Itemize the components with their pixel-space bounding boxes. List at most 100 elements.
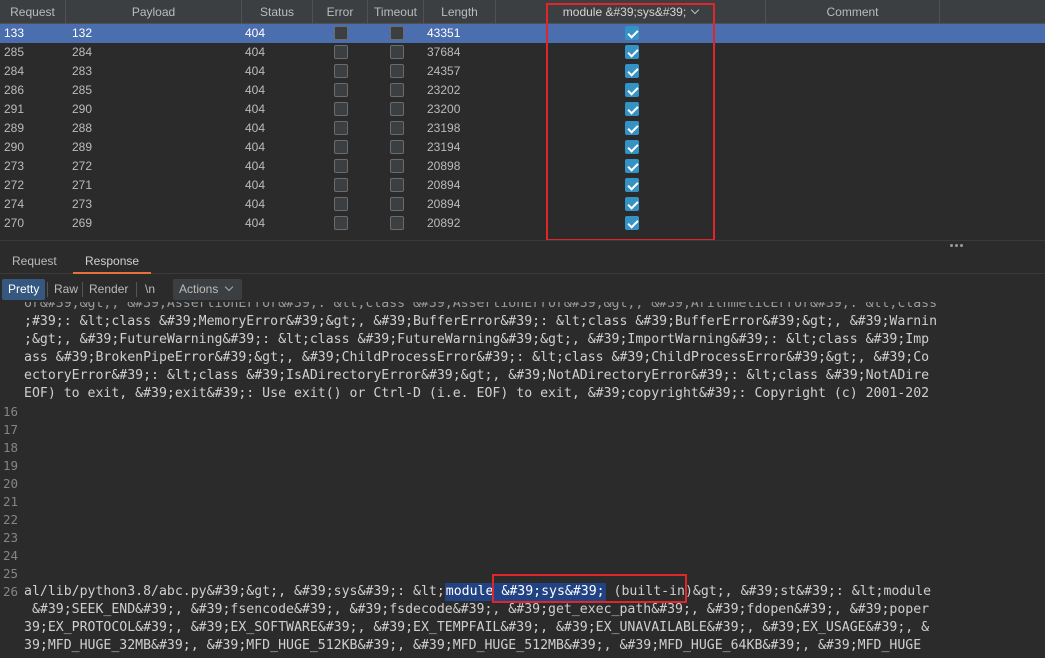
column-header-timeout[interactable]: Timeout xyxy=(368,0,424,24)
request-cell: 291 xyxy=(4,102,25,116)
code-line: ass &#39;BrokenPipeError&#39;&gt;, &#39;… xyxy=(24,350,930,365)
timeout-checkbox xyxy=(390,121,404,135)
payload-cell: 272 xyxy=(72,159,93,173)
status-cell: 404 xyxy=(245,45,266,59)
request-cell: 133 xyxy=(4,26,25,40)
code-line-clipped: or&#39;&gt;, &#39;AssertionError&#39;: &… xyxy=(24,302,938,311)
match-checkbox xyxy=(625,178,639,192)
match-checkbox xyxy=(625,83,639,97)
table-row[interactable]: 284 283 404 24357 xyxy=(0,62,1045,81)
status-cell: 404 xyxy=(245,216,266,230)
editor-toolbar: Pretty Raw Render \n Actions xyxy=(0,279,1045,301)
column-header-length[interactable]: Length xyxy=(424,0,496,24)
timeout-checkbox xyxy=(390,197,404,211)
match-checkbox xyxy=(625,140,639,154)
status-cell: 404 xyxy=(245,102,266,116)
newline-toggle-button[interactable]: \n xyxy=(139,279,161,300)
request-cell: 273 xyxy=(4,159,25,173)
timeout-checkbox xyxy=(390,26,404,40)
match-checkbox xyxy=(625,216,639,230)
table-row[interactable]: 286 285 404 23202 xyxy=(0,81,1045,100)
length-cell: 24357 xyxy=(427,64,461,78)
request-cell: 290 xyxy=(4,140,25,154)
column-header-comment[interactable]: Comment xyxy=(766,0,940,24)
column-header-match[interactable]: module &#39;sys&#39; xyxy=(496,0,766,24)
line-number: 16 xyxy=(2,404,18,419)
error-checkbox xyxy=(334,159,348,173)
length-cell: 43351 xyxy=(427,26,461,40)
message-tabs: Request Response xyxy=(0,248,1045,274)
line-number: 20 xyxy=(2,476,18,491)
request-cell: 284 xyxy=(4,64,25,78)
code-text: al/lib/python3.8/abc.py&#39;&gt;, &#39;s… xyxy=(24,584,445,599)
error-checkbox xyxy=(334,26,348,40)
length-cell: 20898 xyxy=(427,159,461,173)
code-line: &#39;SEEK_END&#39;, &#39;fsencode&#39;, … xyxy=(24,602,930,617)
code-text: (built-in)&gt;, &#39;st&#39;: &lt;module xyxy=(605,584,932,599)
match-checkbox xyxy=(625,159,639,173)
line-number: 25 xyxy=(2,566,18,581)
length-cell: 23200 xyxy=(427,102,461,116)
column-header-status[interactable]: Status xyxy=(242,0,313,24)
column-header-request[interactable]: Request xyxy=(0,0,66,24)
length-cell: 20894 xyxy=(427,178,461,192)
match-checkbox xyxy=(625,45,639,59)
payload-cell: 269 xyxy=(72,216,93,230)
table-row[interactable]: 285 284 404 37684 xyxy=(0,43,1045,62)
request-cell: 289 xyxy=(4,121,25,135)
timeout-checkbox xyxy=(390,159,404,173)
length-cell: 20892 xyxy=(427,216,461,230)
request-cell: 270 xyxy=(4,216,25,230)
payload-cell: 288 xyxy=(72,121,93,135)
raw-button[interactable]: Raw xyxy=(48,279,84,300)
table-row[interactable]: 270 269 404 20892 xyxy=(0,214,1045,233)
actions-dropdown[interactable]: Actions xyxy=(173,279,243,300)
code-line: 39;EX_PROTOCOL&#39;, &#39;EX_SOFTWARE&#3… xyxy=(24,620,930,635)
code-line: EOF) to exit, &#39;exit&#39;: Use exit()… xyxy=(24,386,930,401)
payload-cell: 132 xyxy=(72,26,93,40)
line-number: 23 xyxy=(2,530,18,545)
code-line: ectoryError&#39;: &lt;class &#39;IsADire… xyxy=(24,368,930,383)
tab-response[interactable]: Response xyxy=(73,248,152,274)
timeout-checkbox xyxy=(390,83,404,97)
length-cell: 23194 xyxy=(427,140,461,154)
render-button[interactable]: Render xyxy=(83,279,134,300)
response-editor[interactable]: or&#39;&gt;, &#39;AssertionError&#39;: &… xyxy=(0,302,1045,658)
table-row[interactable]: 273 272 404 20898 xyxy=(0,157,1045,176)
tab-request[interactable]: Request xyxy=(0,248,69,274)
length-cell: 23202 xyxy=(427,83,461,97)
match-checkbox xyxy=(625,64,639,78)
error-checkbox xyxy=(334,216,348,230)
status-cell: 404 xyxy=(245,64,266,78)
payload-cell: 289 xyxy=(72,140,93,154)
table-row[interactable]: 289 288 404 23198 xyxy=(0,119,1045,138)
timeout-checkbox xyxy=(390,140,404,154)
status-cell: 404 xyxy=(245,83,266,97)
timeout-checkbox xyxy=(390,45,404,59)
error-checkbox xyxy=(334,83,348,97)
table-row[interactable]: 291 290 404 23200 xyxy=(0,100,1045,119)
request-cell: 274 xyxy=(4,197,25,211)
table-row[interactable]: 272 271 404 20894 xyxy=(0,176,1045,195)
chevron-down-icon xyxy=(225,282,234,292)
table-row[interactable]: 290 289 404 23194 xyxy=(0,138,1045,157)
results-table: Request Payload Status Error Timeout Len… xyxy=(0,0,1045,242)
timeout-checkbox xyxy=(390,178,404,192)
length-cell: 20894 xyxy=(427,197,461,211)
table-row[interactable]: 274 273 404 20894 xyxy=(0,195,1045,214)
length-cell: 23198 xyxy=(427,121,461,135)
table-row[interactable]: 133 132 404 43351 xyxy=(0,24,1045,43)
pane-splitter[interactable] xyxy=(0,240,1045,248)
table-header: Request Payload Status Error Timeout Len… xyxy=(0,0,1045,24)
payload-cell: 290 xyxy=(72,102,93,116)
line-number: 19 xyxy=(2,458,18,473)
column-header-error[interactable]: Error xyxy=(313,0,368,24)
code-line-26: al/lib/python3.8/abc.py&#39;&gt;, &#39;s… xyxy=(24,583,931,601)
toolbar-divider xyxy=(136,282,137,297)
line-number: 18 xyxy=(2,440,18,455)
column-header-match-label: module &#39;sys&#39; xyxy=(562,5,687,19)
status-cell: 404 xyxy=(245,121,266,135)
pretty-button[interactable]: Pretty xyxy=(2,279,46,300)
line-number: 26 xyxy=(2,584,18,599)
column-header-payload[interactable]: Payload xyxy=(66,0,242,24)
